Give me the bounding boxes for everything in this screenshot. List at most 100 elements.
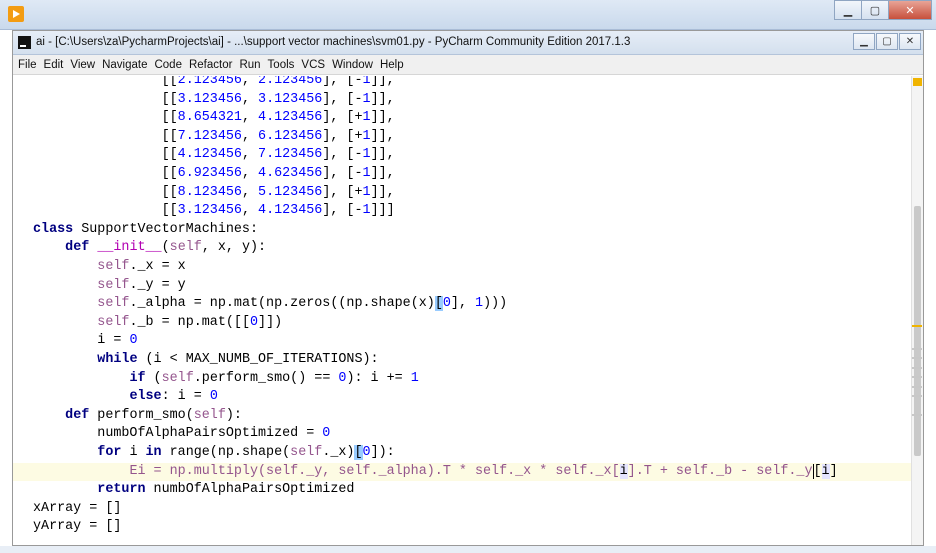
code-token: ], [- [322,147,363,163]
outer-window-controls: ▁ ▢ ✕ [834,0,932,20]
code-token: [[ [33,147,178,163]
code-line[interactable]: return numbOfAlphaPairsOptimized [33,481,354,500]
code-line[interactable]: [[3.123456, 3.123456], [-1]], [33,91,395,110]
code-token: 2.123456 [177,76,242,88]
code-token: 5.123456 [258,184,323,200]
code-token: Ei = np.multiply(self._y, self._alpha).T… [129,463,620,479]
code-line[interactable]: [[3.123456, 4.123456], [-1]]] [33,202,395,221]
menu-tools[interactable]: Tools [268,59,295,71]
code-token: ]]] [370,203,395,219]
menu-view[interactable]: View [70,59,95,71]
code-line[interactable]: xArray = [] [33,500,121,519]
menu-window[interactable]: Window [332,59,373,71]
code-line[interactable]: [[2.123456, 2.123456], [-1]], [33,76,395,91]
minimize-button[interactable]: ▁ [834,0,862,20]
pycharm-titlebar: ai - [C:\Users\za\PycharmProjects\ai] - … [13,31,923,55]
code-token: 1 [362,184,371,200]
code-line[interactable]: [[7.123456, 6.123456], [+1]], [33,128,395,147]
code-token: __init__ [97,240,162,256]
code-token: ] [829,463,838,479]
scrollbar-marker[interactable] [912,348,922,351]
pycharm-window: ai - [C:\Users\za\PycharmProjects\ai] - … [12,30,924,546]
code-token: 1 [362,203,371,219]
code-token: 0 [362,445,371,460]
code-token: ], [- [322,203,363,219]
menu-vcs[interactable]: VCS [301,59,325,71]
code-token: 1 [362,110,371,126]
code-token: 1 [362,91,371,107]
code-line[interactable]: Ei = np.multiply(self._y, self._alpha).T… [33,463,838,482]
code-line[interactable]: [[6.923456, 4.623456], [-1]], [33,165,395,184]
pycharm-minimize-button[interactable]: ▁ [853,33,875,50]
scrollbar-marker[interactable] [912,376,922,379]
code-token: 7.123456 [258,147,323,163]
code-line[interactable]: [[8.654321, 4.123456], [+1]], [33,109,395,128]
code-token: ._x = x [129,259,186,274]
code-token: [ [354,445,363,460]
scrollbar-marker[interactable] [912,394,922,397]
scrollbar-marker[interactable] [912,366,922,369]
code-token: ]], [370,91,395,107]
menu-refactor[interactable]: Refactor [189,59,232,71]
code-line[interactable]: if (self.perform_smo() == 0): i += 1 [33,370,419,389]
code-line[interactable]: yArray = [] [33,518,121,537]
code-token: : i = [161,389,210,405]
scrollbar-thumb[interactable] [914,206,921,456]
menu-edit[interactable]: Edit [44,59,64,71]
code-line[interactable]: else: i = 0 [33,388,218,407]
pycharm-close-button[interactable]: ✕ [899,33,921,50]
code-token: self [97,314,130,330]
code-token: ], [450,296,476,312]
code-token: 1 [410,370,419,386]
code-line[interactable]: numbOfAlphaPairsOptimized = 0 [33,425,330,444]
code-token: while [97,352,138,367]
code-line[interactable]: while (i < MAX_NUMB_OF_ITERATIONS): [33,351,378,370]
code-line[interactable]: self._alpha = np.mat(np.zeros((np.shape(… [33,295,507,314]
scrollbar-marker[interactable] [912,357,922,360]
menu-code[interactable]: Code [154,59,182,71]
scrollbar-marker[interactable] [912,385,922,388]
code-token: in [145,445,162,460]
code-token: ): [225,407,242,423]
code-token: 4.123456 [177,147,242,163]
code-token: self [97,296,130,312]
scrollbar-marker[interactable] [912,324,922,327]
code-editor[interactable]: [[2.123456, 2.123456], [-1]], [[3.123456… [13,76,911,545]
code-line[interactable]: class SupportVectorMachines: [33,221,258,240]
code-token: ].T + self._b - self._y [627,463,813,479]
menu-run[interactable]: Run [239,59,260,71]
code-token: self [161,370,194,386]
scrollbar-marker[interactable] [912,413,922,416]
code-line[interactable]: for i in range(np.shape(self._x)[0]): [33,444,395,463]
code-line[interactable]: self._y = y [33,277,185,296]
code-line[interactable]: [[8.123456, 5.123456], [+1]], [33,184,395,203]
code-token: ( [161,240,170,256]
code-token: 1 [362,76,371,88]
menu-navigate[interactable]: Navigate [102,59,147,71]
code-token: [ [812,463,822,479]
code-token: 0 [250,314,259,330]
code-line[interactable]: [[4.123456, 7.123456], [-1]], [33,146,395,165]
code-line[interactable]: def perform_smo(self): [33,407,242,426]
code-token: [[ [33,91,178,107]
close-button[interactable]: ✕ [888,0,932,20]
menu-file[interactable]: File [18,59,37,71]
code-token: def [65,240,90,256]
code-line[interactable]: self._b = np.mat([[0]]) [33,314,282,333]
code-token: 0 [209,389,218,405]
maximize-button[interactable]: ▢ [861,0,889,20]
code-line[interactable]: def __init__(self, x, y): [33,239,266,258]
code-token: for [97,445,122,460]
code-token: xArray = [] [33,500,122,516]
editor-scrollbar[interactable] [911,76,923,545]
pycharm-maximize-button[interactable]: ▢ [876,33,898,50]
code-token: ], [- [322,76,363,88]
code-line[interactable]: self._x = x [33,258,186,277]
menu-help[interactable]: Help [380,59,404,71]
code-line[interactable]: i = 0 [33,332,137,351]
code-token: ))) [483,296,508,312]
code-token: [[ [33,184,178,200]
inspection-status-icon[interactable] [913,78,922,86]
code-token: i [821,463,830,479]
